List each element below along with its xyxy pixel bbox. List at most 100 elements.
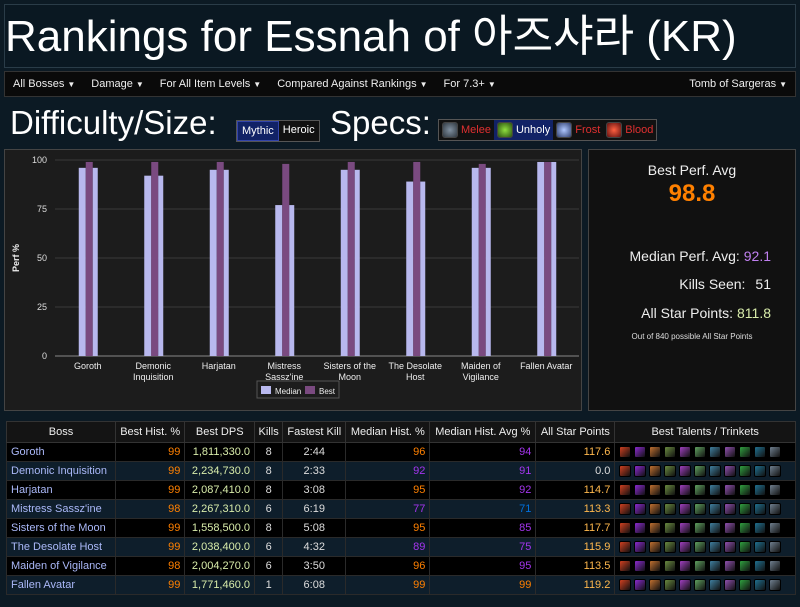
talent-icon[interactable] (664, 465, 677, 478)
talent-icon[interactable] (679, 560, 692, 573)
talent-icon[interactable] (649, 579, 662, 592)
talent-icon[interactable] (679, 579, 692, 592)
talent-icon[interactable] (694, 522, 707, 535)
table-row[interactable]: Demonic Inquisition 99 2,234,730.0 8 2:33 92 9… (6, 461, 796, 481)
column-header[interactable]: All Star Points (535, 421, 616, 443)
talent-icon[interactable] (739, 560, 752, 573)
patch-dropdown[interactable]: For 7.3+ ▼ (436, 78, 504, 90)
table-row[interactable]: Sisters of the Moon 99 1,558,500.0 8 5:08 95 8… (6, 518, 796, 538)
talent-icon[interactable] (649, 446, 662, 459)
boss-filter-dropdown[interactable]: All Bosses ▼ (5, 78, 83, 90)
boss-name-cell[interactable]: Mistress Sassz'ine (6, 499, 116, 519)
talent-icon[interactable] (694, 503, 707, 516)
talent-icon[interactable] (769, 579, 782, 592)
talent-icon[interactable] (754, 522, 767, 535)
talent-icon[interactable] (754, 503, 767, 516)
boss-name-cell[interactable]: Demonic Inquisition (6, 461, 116, 481)
talent-icon[interactable] (664, 579, 677, 592)
talent-icon[interactable] (649, 541, 662, 554)
table-row[interactable]: Goroth 99 1,811,330.0 8 2:44 96 94 117.6 (6, 442, 796, 462)
difficulty-heroic-button[interactable]: Heroic (278, 121, 319, 141)
talent-icon[interactable] (724, 579, 737, 592)
talent-icon[interactable] (739, 446, 752, 459)
talent-icon[interactable] (619, 484, 632, 497)
talent-icon[interactable] (754, 465, 767, 478)
talent-icon[interactable] (664, 560, 677, 573)
table-row[interactable]: Mistress Sassz'ine 98 2,267,310.0 6 6:19 77 71… (6, 499, 796, 519)
talent-icon[interactable] (634, 541, 647, 554)
talent-icon[interactable] (619, 579, 632, 592)
talent-icon[interactable] (709, 560, 722, 573)
metric-dropdown[interactable]: Damage ▼ (83, 78, 152, 90)
talent-icon[interactable] (649, 560, 662, 573)
talent-icon[interactable] (709, 522, 722, 535)
talent-icon[interactable] (694, 579, 707, 592)
talent-icon[interactable] (739, 484, 752, 497)
talent-icon[interactable] (679, 446, 692, 459)
talent-icon[interactable] (619, 503, 632, 516)
talent-icon[interactable] (679, 503, 692, 516)
talent-icon[interactable] (709, 579, 722, 592)
talent-icon[interactable] (619, 446, 632, 459)
talent-icon[interactable] (739, 503, 752, 516)
spec-unholy-button[interactable]: Unholy (493, 120, 554, 140)
talent-icon[interactable] (754, 541, 767, 554)
talent-icon[interactable] (634, 522, 647, 535)
talent-icon[interactable] (679, 541, 692, 554)
talent-icon[interactable] (634, 465, 647, 478)
talent-icon[interactable] (724, 503, 737, 516)
spec-melee-button[interactable]: Melee (439, 120, 494, 140)
talent-icon[interactable] (634, 446, 647, 459)
boss-name-cell[interactable]: Goroth (6, 442, 116, 462)
column-header[interactable]: Median Hist. % (345, 421, 431, 443)
talent-icon[interactable] (709, 541, 722, 554)
table-row[interactable]: Fallen Avatar 99 1,771,460.0 1 6:08 99 99 119.2 (6, 575, 796, 595)
talent-icon[interactable] (634, 560, 647, 573)
talent-icon[interactable] (694, 446, 707, 459)
talent-icon[interactable] (769, 541, 782, 554)
zone-dropdown[interactable]: Tomb of Sargeras ▼ (681, 78, 795, 90)
table-row[interactable]: Maiden of Vigilance 98 2,004,270.0 6 3:50 96 9… (6, 556, 796, 576)
talent-icon[interactable] (709, 465, 722, 478)
talent-icon[interactable] (754, 484, 767, 497)
talent-icon[interactable] (769, 503, 782, 516)
comparison-dropdown[interactable]: Compared Against Rankings ▼ (269, 78, 435, 90)
boss-name-cell[interactable]: Fallen Avatar (6, 575, 116, 595)
talent-icon[interactable] (664, 446, 677, 459)
talent-icon[interactable] (709, 446, 722, 459)
talent-icon[interactable] (679, 465, 692, 478)
talent-icon[interactable] (739, 465, 752, 478)
talent-icon[interactable] (769, 446, 782, 459)
column-header[interactable]: Fastest Kill (282, 421, 347, 443)
talent-icon[interactable] (769, 522, 782, 535)
talent-icon[interactable] (634, 579, 647, 592)
talent-icon[interactable] (694, 541, 707, 554)
talent-icon[interactable] (649, 484, 662, 497)
talent-icon[interactable] (709, 503, 722, 516)
column-header[interactable]: Boss (6, 421, 116, 443)
talent-icon[interactable] (724, 446, 737, 459)
talent-icon[interactable] (724, 541, 737, 554)
boss-name-cell[interactable]: Maiden of Vigilance (6, 556, 116, 576)
talent-icon[interactable] (739, 579, 752, 592)
talent-icon[interactable] (739, 522, 752, 535)
talent-icon[interactable] (679, 522, 692, 535)
talent-icon[interactable] (649, 465, 662, 478)
column-header[interactable]: Best Talents / Trinkets (614, 421, 796, 443)
talent-icon[interactable] (694, 484, 707, 497)
talent-icon[interactable] (754, 446, 767, 459)
difficulty-mythic-button[interactable]: Mythic (237, 121, 279, 141)
talent-icon[interactable] (769, 560, 782, 573)
talent-icon[interactable] (664, 522, 677, 535)
talent-icon[interactable] (679, 484, 692, 497)
table-row[interactable]: The Desolate Host 99 2,038,400.0 6 4:32 89 75 1… (6, 537, 796, 557)
talent-icon[interactable] (724, 560, 737, 573)
talent-icon[interactable] (724, 484, 737, 497)
talent-icon[interactable] (769, 465, 782, 478)
talent-icon[interactable] (619, 541, 632, 554)
talent-icon[interactable] (649, 503, 662, 516)
table-row[interactable]: Harjatan 99 2,087,410.0 8 3:08 95 92 114.7 (6, 480, 796, 500)
talent-icon[interactable] (724, 465, 737, 478)
talent-icon[interactable] (694, 465, 707, 478)
talent-icon[interactable] (664, 541, 677, 554)
